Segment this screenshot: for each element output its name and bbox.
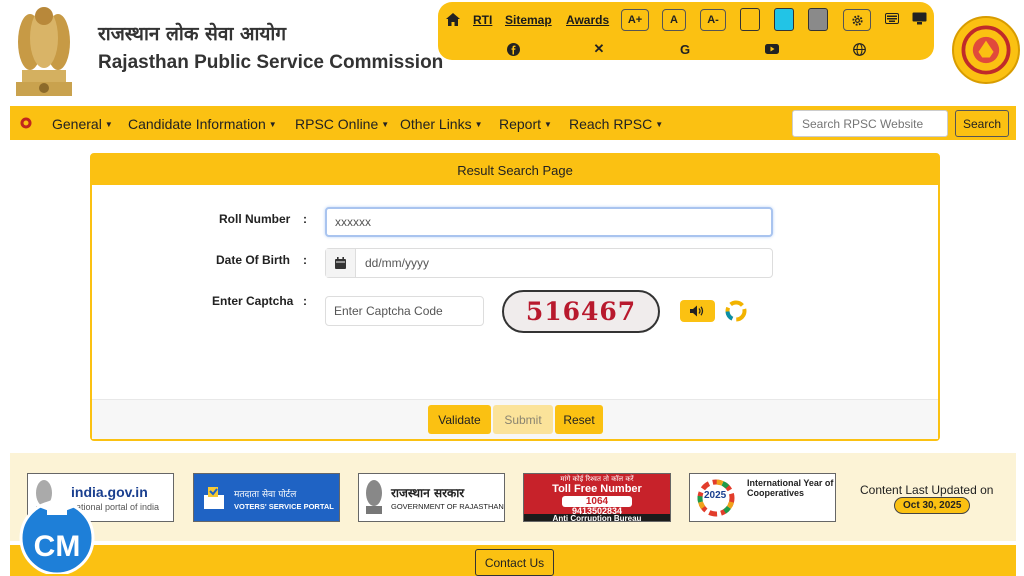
home-icon[interactable] [446,13,460,26]
globe-icon[interactable] [852,42,866,56]
theme-cyan-swatch[interactable] [774,8,794,31]
validate-button[interactable]: Validate [428,405,491,434]
voters-portal-hindi: मतदाता सेवा पोर्टल [234,490,297,500]
cooperatives-year: 2025 [704,490,727,501]
dob-label: Date Of Birth [216,253,291,267]
voters-portal-logo[interactable]: मतदाता सेवा पोर्टल VOTERS' SERVICE PORTA… [193,473,340,522]
sitemap-link[interactable]: Sitemap [505,13,552,27]
captcha-placeholder: Enter Captcha Code [334,304,443,318]
cooperatives-title: International Year of Cooperatives [747,478,834,498]
settings-button[interactable] [843,9,871,31]
google-icon[interactable]: G [678,42,692,57]
captcha-label: Enter Captcha [212,294,294,308]
roll-number-input[interactable]: xxxxxx [325,207,773,237]
x-twitter-icon[interactable]: ✕ [592,41,606,56]
nav-item-general[interactable]: General ▼ [52,116,113,132]
facebook-icon[interactable] [506,42,520,56]
monitor-icon[interactable] [912,12,927,25]
rajasthan-govt-logo[interactable]: राजस्थान सरकार GOVERNMENT OF RAJASTHAN [358,473,505,522]
nav-item-reach-rpsc[interactable]: Reach RPSC ▼ [569,116,663,132]
main-nav: General ▼ Candidate Information ▼ RPSC Onl… [10,106,1016,140]
calendar-icon[interactable] [326,249,356,277]
nav-item-rpsc-online[interactable]: RPSC Online ▼ [295,116,389,132]
site-title-hindi: राजस्थान लोक सेवा आयोग [98,23,287,45]
speaker-icon [690,305,704,317]
theme-gray-swatch[interactable] [808,8,828,31]
card-title: Result Search Page [92,155,938,185]
bottom-band: Contact Us [10,545,1016,576]
cm-watermark-logo: CM [19,498,95,574]
nav-item-candidate-information[interactable]: Candidate Information ▼ [128,116,277,132]
rajasthan-govt-english: GOVERNMENT OF RAJASTHAN [391,502,504,511]
footer-logos-band: india.gov.in national portal of india मत… [10,453,1016,541]
roll-number-label: Roll Number [219,212,291,226]
youtube-icon[interactable] [765,42,779,56]
national-emblem-icon [16,7,72,96]
captcha-input[interactable]: Enter Captcha Code [325,296,484,326]
card-footer: Validate Submit Reset [92,399,938,439]
site-title-english: Rajasthan Public Service Commission [98,52,444,73]
cm-watermark-text: CM [34,530,81,563]
font-increase-button[interactable]: A+ [621,9,649,31]
font-decrease-button[interactable]: A- [700,9,726,31]
captcha-image: 516467 [502,290,660,333]
font-reset-button[interactable]: A [662,9,686,31]
anti-corruption-logo[interactable]: मांगे कोई रिश्वत तो कॉल करें Toll Free N… [523,473,671,522]
contact-us-button[interactable]: Contact Us [475,549,554,576]
emblem-icon [366,480,382,514]
submit-button[interactable]: Submit [493,405,553,434]
theme-yellow-swatch[interactable] [740,8,760,31]
nav-home-icon[interactable] [20,117,32,129]
site-search-input[interactable] [792,110,948,137]
result-search-card: Result Search Page Roll Number : xxxxxx … [90,153,940,441]
rpsc-seal-icon [952,16,1020,84]
dob-placeholder: dd/mm/yyyy [365,256,430,270]
roll-number-colon: : [303,212,307,226]
voters-portal-english: VOTERS' SERVICE PORTAL [234,502,334,511]
utility-bar: RTI Sitemap Awards A+ A A- ✕ G [438,2,934,60]
awards-link[interactable]: Awards [566,13,609,27]
nav-item-other-links[interactable]: Other Links ▼ [400,116,483,132]
gear-icon [851,14,863,26]
reset-button[interactable]: Reset [555,405,603,434]
cooperatives-logo[interactable]: 2025 International Year of Cooperatives [689,473,836,522]
acb-title: Toll Free Number [552,483,642,495]
ballot-icon [204,487,224,509]
acb-name: Anti Corruption Bureau [524,514,670,521]
roll-number-value: xxxxxx [335,215,371,229]
rajasthan-govt-hindi: राजस्थान सरकार [391,486,465,500]
dob-input[interactable]: dd/mm/yyyy [325,248,773,278]
dob-colon: : [303,253,307,267]
captcha-colon: : [303,294,307,308]
keyboard-icon[interactable] [885,13,899,24]
captcha-refresh-icon[interactable] [724,299,748,323]
content-updated-label: Content Last Updated on [860,483,994,497]
content-updated-date: Oct 30, 2025 [894,497,971,514]
rti-link[interactable]: RTI [473,13,492,27]
site-header: राजस्थान लोक सेवा आयोग Rajasthan Public … [0,0,1024,104]
site-search-button[interactable]: Search [955,110,1009,137]
nav-item-report[interactable]: Report ▼ [499,116,552,132]
captcha-audio-button[interactable] [680,300,715,322]
